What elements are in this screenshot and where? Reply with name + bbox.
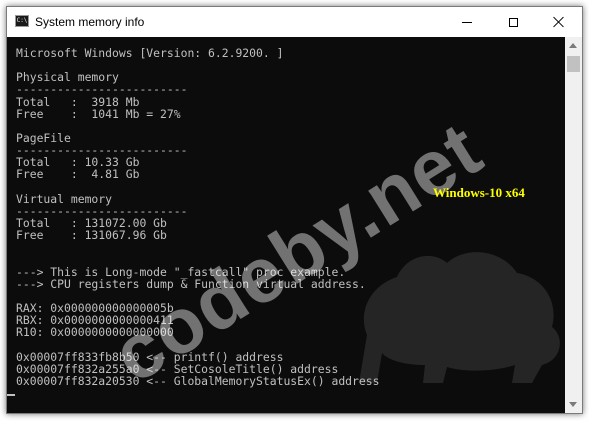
console-line: Microsoft Windows [Version: 6.2.9200. ] xyxy=(16,46,284,60)
scrollbar-thumb[interactable] xyxy=(567,56,580,72)
close-button[interactable] xyxy=(536,7,582,37)
minimize-button[interactable] xyxy=(444,7,490,37)
console-line: Total : 3918 Mb xyxy=(16,94,140,109)
os-version-label: Windows-10 x64 xyxy=(433,185,525,200)
scroll-up-arrow-icon[interactable] xyxy=(565,37,582,54)
console-line: ------------------------- xyxy=(16,82,188,97)
console-line: 0x00007ff833fb8b50 <-- printf() address xyxy=(16,349,284,364)
console-app-icon[interactable]: C:\ xyxy=(15,15,29,27)
console-line: 0x00007ff832a255a0 <-- SetCosoleTitle() … xyxy=(16,361,339,376)
close-icon xyxy=(553,16,565,28)
console-line: Free : 1041 Mb = 27% xyxy=(16,106,181,121)
minimize-icon xyxy=(462,21,472,23)
maximize-button[interactable] xyxy=(490,7,536,37)
vertical-scrollbar[interactable] xyxy=(565,37,582,413)
text-cursor xyxy=(7,394,15,396)
console-window: C:\ System memory info Microsoft Windows… xyxy=(6,6,583,414)
title-bar[interactable]: C:\ System memory info xyxy=(7,7,582,37)
console-line: 0x00007ff832a20530 <-- GlobalMemoryStatu… xyxy=(16,373,380,388)
scroll-down-arrow-icon[interactable] xyxy=(565,396,582,413)
console-output-area[interactable]: Microsoft Windows [Version: 6.2.9200. ] … xyxy=(7,37,565,413)
maximize-icon xyxy=(508,17,518,27)
window-title: System memory info xyxy=(35,15,145,29)
